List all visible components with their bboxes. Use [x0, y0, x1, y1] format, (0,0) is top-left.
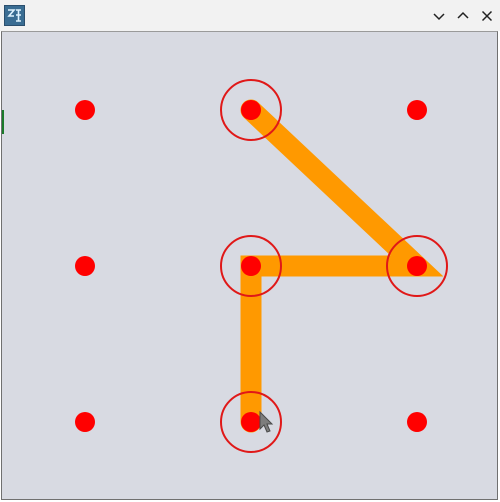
pattern-lock-grid[interactable] [0, 0, 500, 502]
pattern-dot-r1c1[interactable] [75, 100, 95, 120]
pattern-dot-r3c1[interactable] [75, 412, 95, 432]
mouse-pointer-icon [259, 410, 274, 433]
pattern-path-line [240, 99, 444, 433]
pattern-dot-r1c2[interactable] [241, 100, 261, 120]
pattern-lock-window [0, 0, 500, 502]
pattern-dot-r2c3[interactable] [407, 256, 427, 276]
pattern-dot-r2c2[interactable] [241, 256, 261, 276]
pattern-dot-r3c3[interactable] [407, 412, 427, 432]
pattern-dot-r1c3[interactable] [407, 100, 427, 120]
pattern-dot-r2c1[interactable] [75, 256, 95, 276]
pattern-dot-r3c2[interactable] [241, 412, 261, 432]
